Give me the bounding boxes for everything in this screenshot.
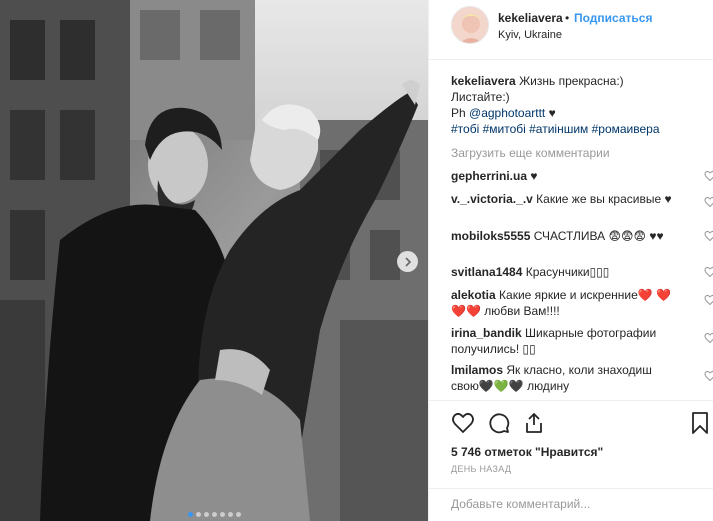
next-photo-button[interactable]: [397, 251, 418, 272]
carousel-dot: [235, 512, 241, 517]
post-actions: 5 746 отметок "Нравится" ДЕНЬ НАЗАД: [429, 400, 713, 474]
post-side-panel: kekeliavera • Подписаться Kyiv, Ukraine …: [428, 0, 713, 521]
share-icon[interactable]: [522, 411, 546, 435]
caption-mention[interactable]: @agphotoarttt: [469, 106, 545, 120]
avatar-image: [452, 7, 488, 43]
comment-item: alekotia Какие яркие и искренние❤️ ❤️❤️❤…: [451, 287, 681, 319]
comment-like-heart-icon[interactable]: [704, 230, 713, 242]
comment-like-heart-icon[interactable]: [704, 370, 713, 382]
carousel-dot: [195, 512, 201, 517]
comment-username[interactable]: lmilamos: [451, 363, 503, 377]
author-username[interactable]: kekeliavera: [498, 11, 563, 25]
comment-text: ♥: [527, 169, 538, 183]
carousel-dot: [187, 512, 193, 517]
comment-item: irina_bandik Шикарные фотографии получил…: [451, 325, 681, 357]
comment-username[interactable]: mobiloks5555: [451, 229, 530, 243]
comment-username[interactable]: v._.victoria._.v: [451, 192, 533, 206]
comment-text: Красунчики▯▯▯: [522, 265, 610, 279]
comment-text: СЧАСТЛИВА 😨😨😨 ♥♥: [530, 229, 664, 243]
caption-line1: Жизнь прекрасна:): [519, 74, 624, 88]
add-comment-bar: [429, 488, 713, 521]
comment-like-heart-icon[interactable]: [704, 196, 713, 208]
chevron-right-icon: [404, 256, 411, 267]
heart-icon[interactable]: [451, 411, 475, 435]
comment-like-heart-icon[interactable]: [704, 294, 713, 306]
likes-count[interactable]: 5 746 отметок "Нравится": [451, 445, 603, 459]
comment-item: v._.victoria._.v Какие же вы красивые ♥: [451, 191, 681, 207]
post-location[interactable]: Kyiv, Ukraine: [498, 29, 562, 41]
post-photo[interactable]: [0, 0, 428, 521]
follow-button[interactable]: Подписаться: [574, 11, 652, 25]
carousel-dot: [211, 512, 217, 517]
bookmark-icon[interactable]: [688, 411, 712, 435]
caption-heart: ♥: [545, 106, 556, 120]
carousel-dot: [227, 512, 233, 517]
comment-username[interactable]: irina_bandik: [451, 326, 522, 340]
comment-item: lmilamos Як класно, коли знаходиш свою🖤💚…: [451, 362, 681, 394]
post-header: kekeliavera • Подписаться Kyiv, Ukraine: [429, 0, 713, 60]
carousel-dot: [219, 512, 225, 517]
comment-icon[interactable]: [487, 411, 511, 435]
comment-text: Какие же вы красивые ♥: [532, 192, 672, 206]
photo-image: [0, 0, 428, 521]
comment-like-heart-icon[interactable]: [704, 170, 713, 182]
comment-item: mobiloks5555 СЧАСТЛИВА 😨😨😨 ♥♥: [451, 228, 681, 244]
caption-ph: Ph: [451, 106, 466, 120]
separator-dot: •: [565, 11, 570, 25]
comment-item: gepherrini.ua ♥: [451, 168, 681, 184]
comment-like-heart-icon[interactable]: [704, 266, 713, 278]
comment-username[interactable]: gepherrini.ua: [451, 169, 527, 183]
avatar[interactable]: [451, 6, 489, 44]
comment-input[interactable]: [451, 497, 691, 511]
comment-username[interactable]: alekotia: [451, 288, 496, 302]
comment-like-heart-icon[interactable]: [704, 332, 713, 344]
carousel-indicator: [0, 512, 428, 517]
post-caption: kekeliavera Жизнь прекрасна:) Листайте:)…: [451, 73, 691, 137]
caption-hashtags[interactable]: #тобі #митобі #атиіншим #ромаивера: [451, 122, 660, 136]
caption-username[interactable]: kekeliavera: [451, 74, 516, 88]
comment-username[interactable]: svitlana1484: [451, 265, 522, 279]
post-timestamp[interactable]: ДЕНЬ НАЗАД: [451, 464, 511, 474]
carousel-dot: [203, 512, 209, 517]
load-more-comments-button[interactable]: Загрузить еще комментарии: [451, 145, 610, 161]
comment-item: svitlana1484 Красунчики▯▯▯: [451, 264, 681, 280]
caption-line2: Листайте:): [451, 90, 510, 104]
